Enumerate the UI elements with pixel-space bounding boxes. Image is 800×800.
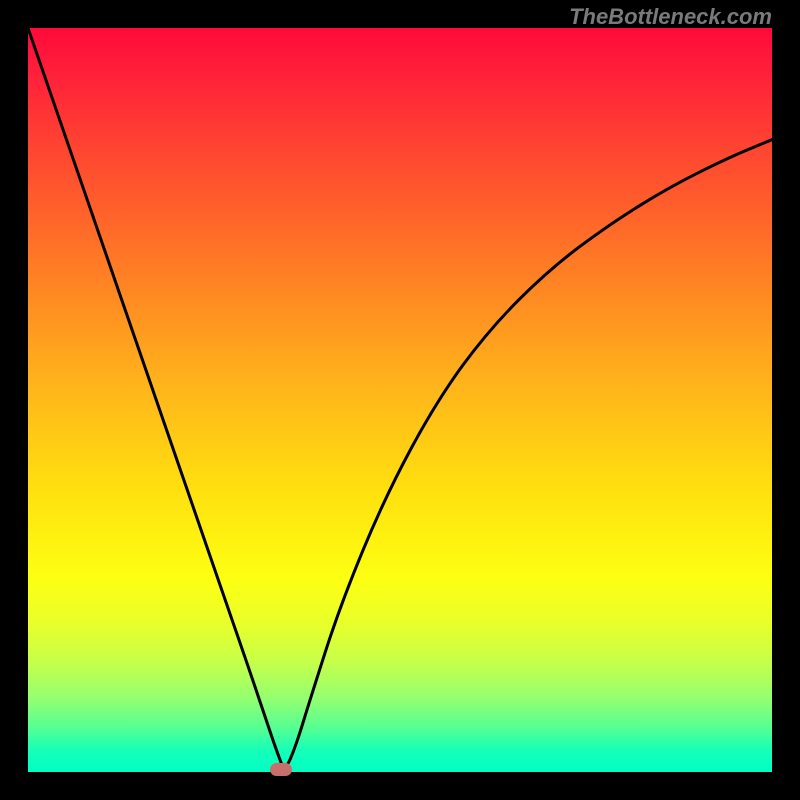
plot-gradient-area	[28, 28, 772, 772]
optimal-marker-dot	[270, 763, 292, 776]
watermark-text: TheBottleneck.com	[569, 4, 772, 30]
chart-frame: TheBottleneck.com	[0, 0, 800, 800]
